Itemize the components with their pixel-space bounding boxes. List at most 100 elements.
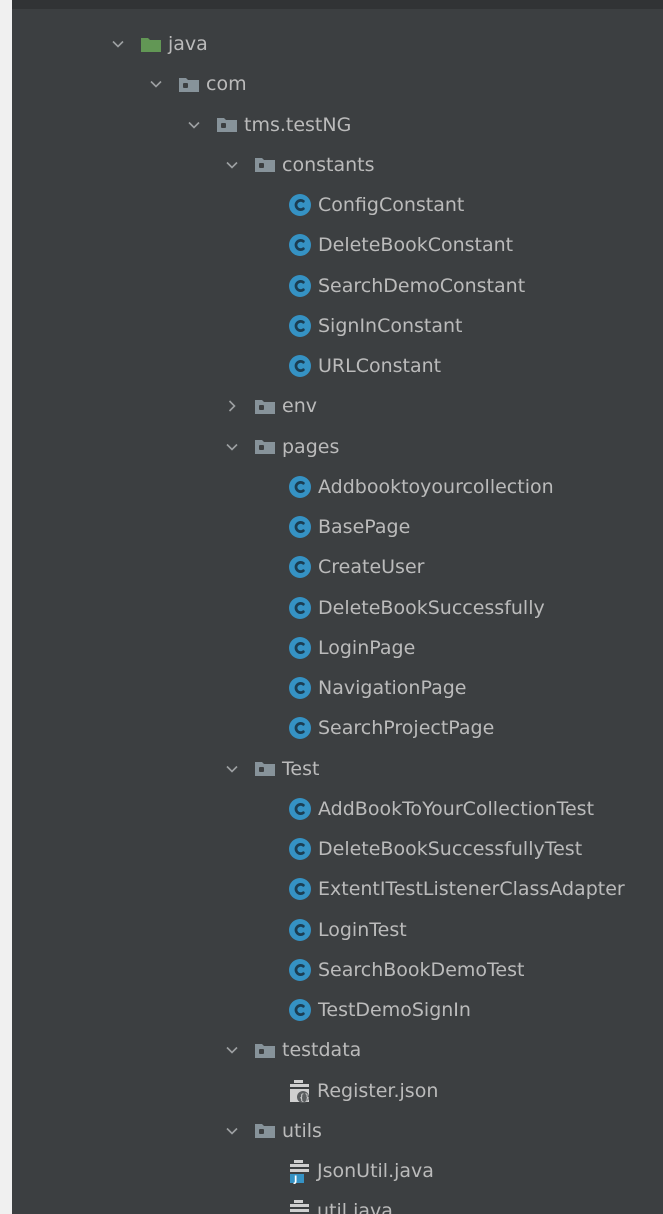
tree-node-label: SignInConstant [318,314,463,337]
tree-node-label: utils [282,1119,322,1142]
tree-node-label: NavigationPage [318,677,467,700]
java-class-icon [288,998,312,1022]
tree-node-label: DeleteBookSuccessfully [318,596,545,619]
tree-node-label: BasePage [318,516,411,539]
java-class-icon [288,676,312,700]
chevron-down-icon[interactable] [108,34,128,54]
tree-node-jsonutil-java[interactable]: J JsonUtil.java [12,1151,663,1191]
tree-node-addbooktoyourcollection[interactable]: Addbooktoyourcollection [12,467,663,507]
tree-node-testdata[interactable]: testdata [12,1030,663,1070]
chevron-down-icon[interactable] [222,155,242,175]
java-class-icon [288,797,312,821]
tree-node-label: SearchProjectPage [318,717,495,740]
tree-node-createuser[interactable]: CreateUser [12,547,663,587]
tree-node-test[interactable]: Test [12,749,663,789]
tree-node-deletebooksuccessfullytest[interactable]: DeleteBookSuccessfullyTest [12,829,663,869]
tree-node-label: pages [282,435,340,458]
tree-node-label: ConfigConstant [318,194,465,217]
chevron-down-icon[interactable] [222,1040,242,1060]
tree-node-label: util.java [317,1200,393,1214]
tree-node-deletebookconstant[interactable]: DeleteBookConstant [12,225,663,265]
chevron-down-icon[interactable] [222,759,242,779]
tree-node-searchprojectpage[interactable]: SearchProjectPage [12,708,663,748]
tree-node-label: URLConstant [318,355,442,378]
chevron-down-icon[interactable] [184,115,204,135]
java-class-icon [288,274,312,298]
tree-node-searchdemoconstant[interactable]: SearchDemoConstant [12,266,663,306]
svg-text:J: J [293,1175,297,1184]
tree-node-constants[interactable]: constants [12,145,663,185]
tree-node-configconstant[interactable]: ConfigConstant [12,185,663,225]
tree-node-label: TestDemoSignIn [318,999,471,1022]
tree-node-label: constants [282,153,375,176]
chevron-right-icon[interactable] [222,396,242,416]
tree-node-extentitestlistenerclassadapter[interactable]: ExtentITestListenerClassAdapter [12,869,663,909]
tree-node-label: Test [282,757,320,780]
java-class-icon [288,636,312,660]
tree-node-urlconstant[interactable]: URLConstant [12,346,663,386]
java-class-icon [288,193,312,217]
tree-node-label: Register.json [317,1079,439,1102]
java-class-icon [288,314,312,338]
tree-node-tms-testng[interactable]: tms.testNG [12,105,663,145]
java-class-icon [288,596,312,620]
tree-node-pages[interactable]: pages [12,427,663,467]
chevron-down-icon[interactable] [222,1121,242,1141]
tree-node-register-json[interactable]: {} Register.json [12,1071,663,1111]
tree-node-java[interactable]: java [12,24,663,64]
tree-node-loginpage[interactable]: LoginPage [12,628,663,668]
tree-node-label: Addbooktoyourcollection [318,475,554,498]
tree-node-label: CreateUser [318,556,425,579]
tree-node-logintest[interactable]: LoginTest [12,910,663,950]
tree-node-utils[interactable]: utils [12,1111,663,1151]
tree-node-env[interactable]: env [12,386,663,426]
package-folder-icon [254,1122,276,1139]
package-folder-icon [178,76,200,93]
tree-node-label: LoginTest [318,918,407,941]
tree-node-label: AddBookToYourCollectionTest [318,797,595,820]
json-file-icon: {} [288,1078,312,1104]
tree-node-signinconstant[interactable]: SignInConstant [12,306,663,346]
tree-node-basepage[interactable]: BasePage [12,507,663,547]
java-file-icon: J [288,1198,312,1214]
tree-node-label: LoginPage [318,636,416,659]
tree-node-label: com [206,73,247,96]
java-class-icon [288,918,312,942]
project-tree-panel: java com tms.testNG constants ConfigConstant… [12,0,663,1214]
package-folder-icon [254,438,276,455]
java-class-icon [288,354,312,378]
package-folder-icon [254,156,276,173]
tree-node-navigationpage[interactable]: NavigationPage [12,668,663,708]
java-class-icon [288,475,312,499]
tree-node-searchbookdemotest[interactable]: SearchBookDemoTest [12,950,663,990]
panel-header-strip [12,0,663,9]
tree-node-com[interactable]: com [12,64,663,104]
package-folder-icon [254,1042,276,1059]
tree-node-label: testdata [282,1039,362,1062]
project-tree: java com tms.testNG constants ConfigConstant… [12,24,663,1214]
tree-node-testdemosignin[interactable]: TestDemoSignIn [12,990,663,1030]
tree-node-label: SearchBookDemoTest [318,958,525,981]
svg-text:{}: {} [299,1093,310,1103]
chevron-down-icon[interactable] [222,437,242,457]
package-folder-icon [254,398,276,415]
java-file-icon: J [288,1158,312,1184]
tree-node-label: env [282,395,317,418]
tree-node-label: DeleteBookConstant [318,234,514,257]
java-class-icon [288,233,312,257]
java-class-icon [288,837,312,861]
tree-node-label: java [168,33,208,56]
package-folder-icon [254,760,276,777]
tree-node-util-java[interactable]: Jutil.java [12,1191,663,1214]
tree-node-label: tms.testNG [244,113,352,136]
source-folder-icon [140,36,162,53]
java-class-icon [288,555,312,579]
tree-node-label: SearchDemoConstant [318,274,526,297]
java-class-icon [288,716,312,740]
chevron-down-icon[interactable] [146,74,166,94]
java-class-icon [288,877,312,901]
tree-node-label: JsonUtil.java [317,1160,434,1183]
tree-node-addbooktoyourcollectiontest[interactable]: AddBookToYourCollectionTest [12,789,663,829]
package-folder-icon [216,116,238,133]
tree-node-deletebooksuccessfully[interactable]: DeleteBookSuccessfully [12,588,663,628]
